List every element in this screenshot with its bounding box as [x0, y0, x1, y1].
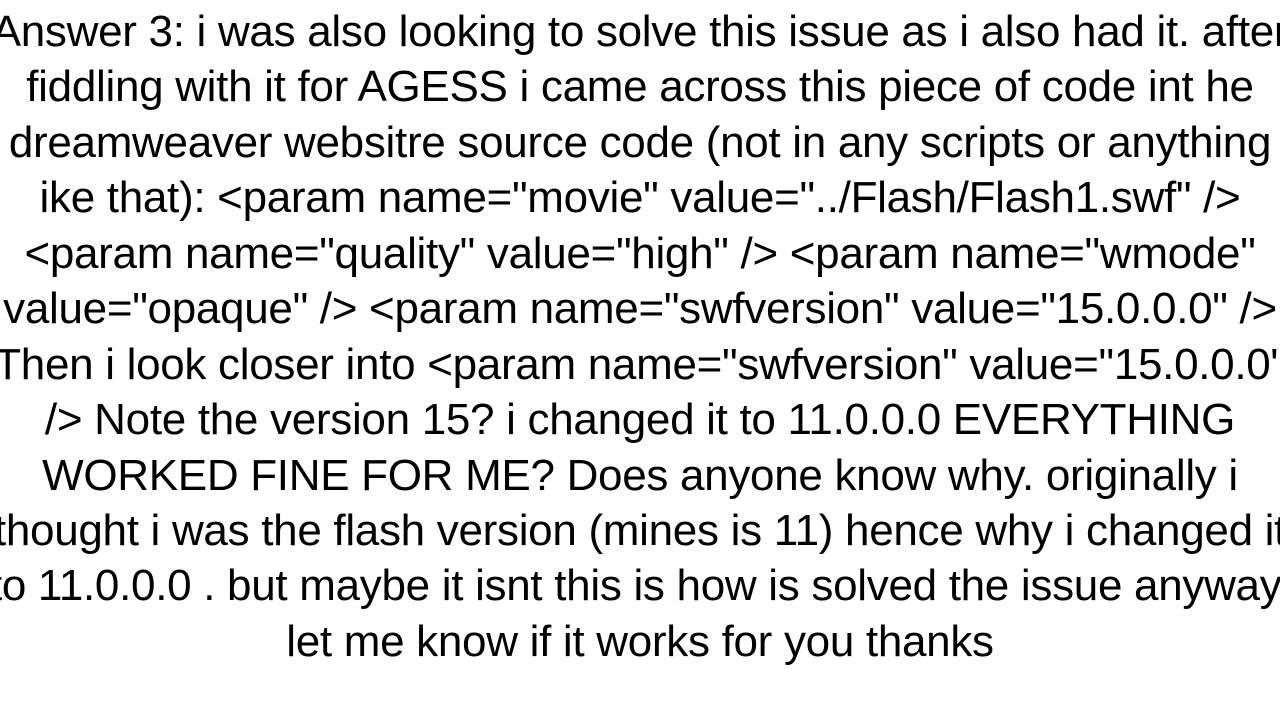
answer-text-block: Answer 3: i was also looking to solve th…: [0, 0, 1280, 669]
